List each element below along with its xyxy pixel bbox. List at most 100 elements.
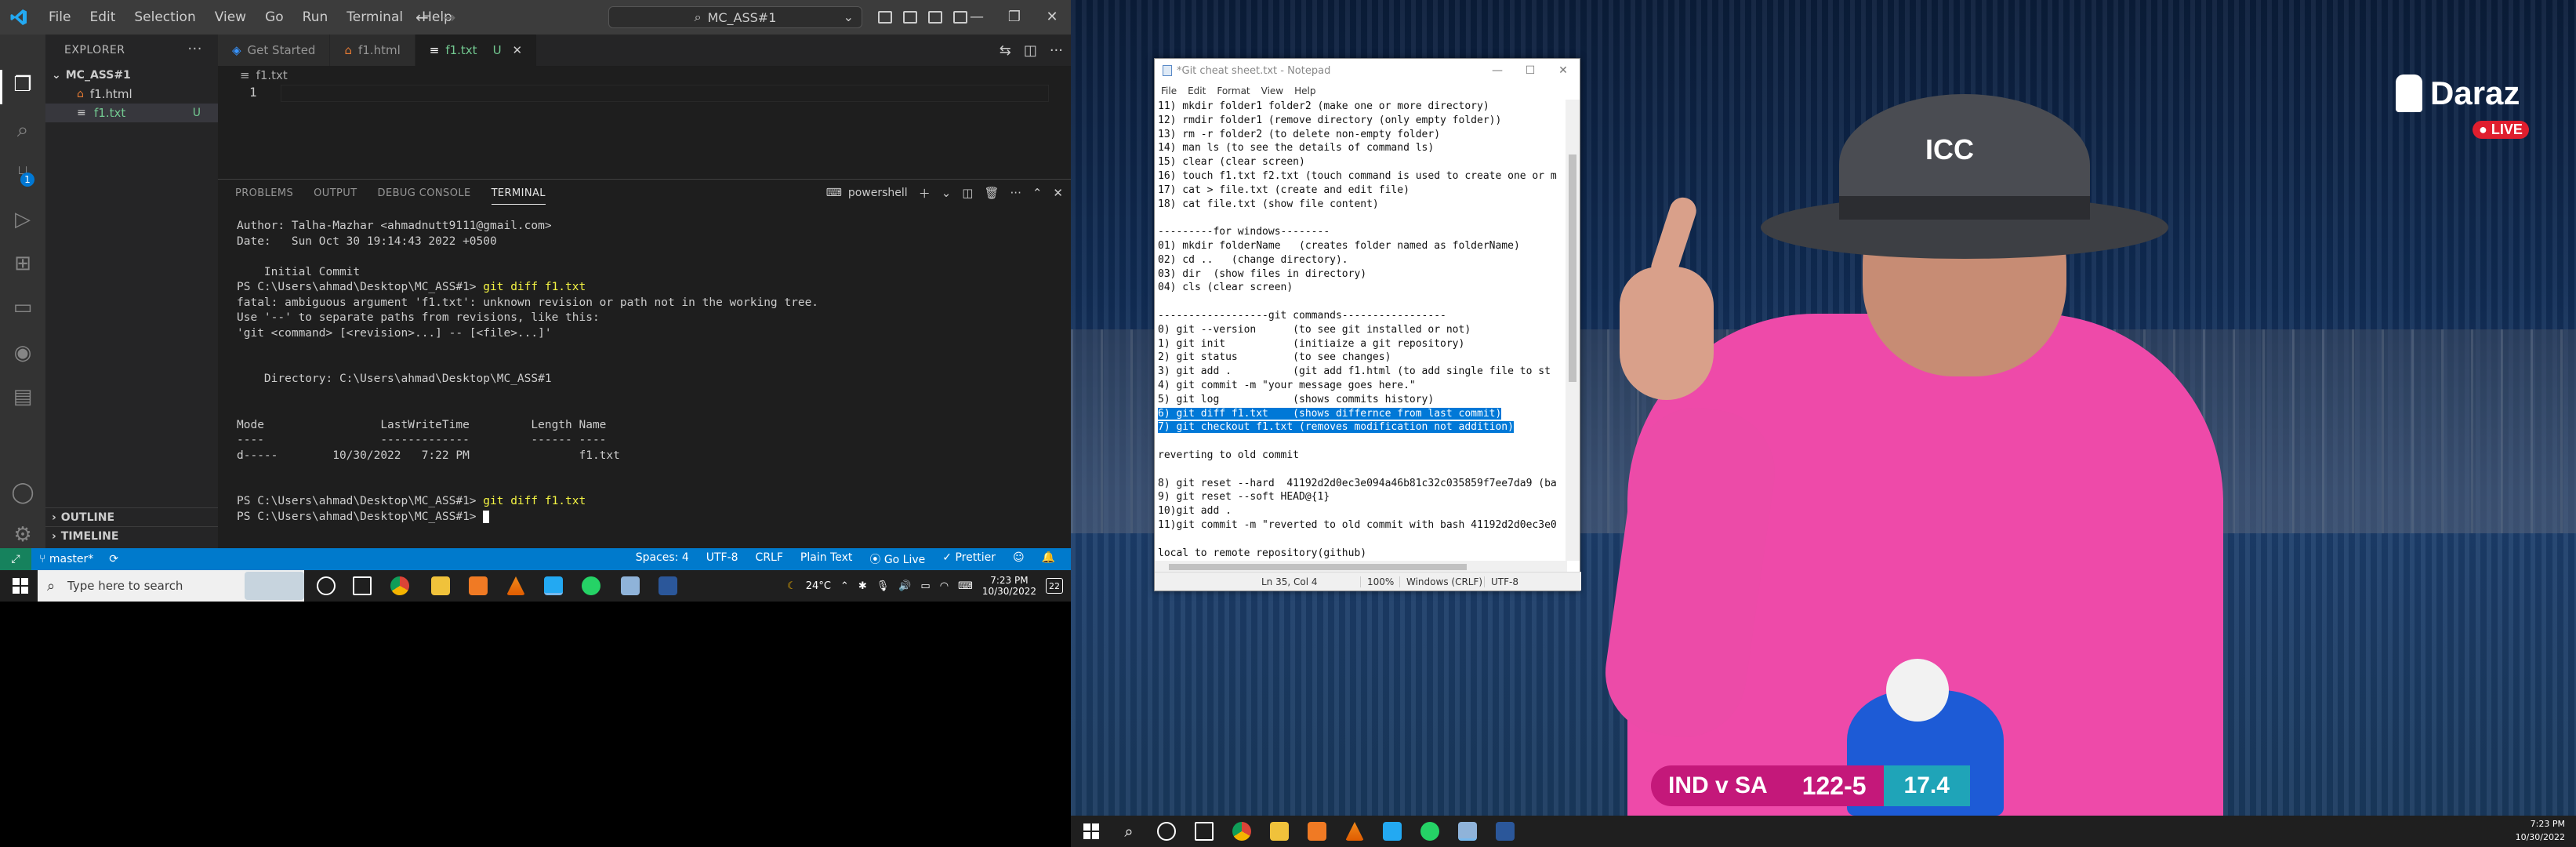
vscode-taskbar-icon[interactable] [1383, 822, 1402, 841]
close-panel-icon[interactable]: ✕ [1053, 186, 1063, 200]
file-item-f1-html[interactable]: ⌂ f1.html [45, 85, 218, 104]
account-icon[interactable]: ◯ [10, 480, 35, 505]
tab-get-started[interactable]: ◈ Get Started [218, 35, 331, 66]
menu-run[interactable]: Run [293, 0, 338, 35]
scroll-thumb[interactable] [1569, 154, 1576, 382]
maximize-panel-icon[interactable]: ⌃ [1032, 186, 1043, 200]
wifi-icon[interactable]: ◠ [940, 580, 949, 592]
store-icon[interactable] [469, 576, 488, 595]
tab-output[interactable]: OUTPUT [314, 187, 357, 199]
windows-start-icon[interactable] [1082, 822, 1101, 841]
remote-indicator-icon[interactable]: ⤢ [0, 548, 31, 570]
scroll-thumb[interactable] [1169, 564, 1467, 570]
tab-debug-console[interactable]: DEBUG CONSOLE [378, 187, 471, 199]
split-terminal-icon[interactable]: ◫ [962, 186, 973, 200]
menu-edit[interactable]: Edit [80, 0, 125, 35]
cortana-icon[interactable] [317, 576, 336, 595]
taskbar-clock[interactable]: 7:23 PM 10/30/2022 [982, 575, 1036, 597]
folder-root[interactable]: ⌄ MC_ASS#1 [45, 66, 218, 85]
toggle-secondary-sidebar-icon[interactable] [928, 11, 942, 24]
language-mode[interactable]: Plain Text [793, 551, 860, 567]
microphone-icon[interactable]: 🎙 [876, 580, 890, 592]
more-actions-icon[interactable]: ··· [1050, 42, 1063, 59]
notifications-bell-icon[interactable]: 🔔 [1034, 551, 1063, 567]
notepad-taskbar-icon[interactable] [621, 576, 640, 595]
menu-go[interactable]: Go [256, 0, 293, 35]
text-editor[interactable]: 1 [218, 85, 1071, 177]
notification-center-icon[interactable]: 22 [1046, 578, 1063, 594]
menu-help[interactable]: Help [1294, 85, 1315, 96]
more-actions-icon[interactable]: ··· [187, 41, 202, 57]
menu-file[interactable]: File [39, 0, 80, 35]
restore-icon[interactable]: ❐ [996, 0, 1033, 35]
task-view-icon[interactable] [1195, 822, 1214, 841]
new-terminal-icon[interactable]: ＋ [919, 185, 931, 202]
close-tab-icon[interactable]: ✕ [513, 43, 523, 57]
word-icon[interactable] [1496, 822, 1515, 841]
trash-icon[interactable]: 🗑 [984, 186, 999, 200]
whatsapp-icon[interactable] [1420, 822, 1439, 841]
weather-temp[interactable]: 24°C [806, 580, 831, 592]
back-arrow-icon[interactable]: ← [415, 8, 429, 27]
go-live-button[interactable]: ⦿ Go Live [862, 551, 933, 567]
extensions-icon[interactable]: ⊞ [10, 251, 35, 276]
file-explorer-icon[interactable] [1270, 822, 1289, 841]
remote-explorer-icon[interactable]: ▭ [10, 295, 35, 320]
toggle-sidebar-icon[interactable] [878, 11, 892, 24]
menu-view[interactable]: View [205, 0, 256, 35]
search-icon[interactable]: ⌕ [10, 118, 35, 143]
minimize-icon[interactable]: — [1481, 59, 1514, 82]
menu-selection[interactable]: Selection [125, 0, 205, 35]
file-explorer-icon[interactable] [431, 576, 450, 595]
manage-gear-icon[interactable]: ⚙ [10, 522, 35, 547]
battery-icon[interactable]: ▭ [920, 580, 930, 592]
vlc-icon[interactable] [1345, 822, 1364, 841]
sync-icon[interactable]: ⟳ [101, 553, 126, 565]
forward-arrow-icon[interactable]: → [443, 8, 456, 27]
volume-icon[interactable]: 🔊 [898, 580, 911, 592]
tab-terminal[interactable]: TERMINAL [491, 187, 546, 205]
notepad-taskbar-icon[interactable] [1458, 822, 1477, 841]
search-icon[interactable]: ⌕ [1119, 822, 1138, 841]
task-view-icon[interactable] [353, 576, 372, 595]
chrome-icon[interactable] [1232, 822, 1251, 841]
vscode-taskbar-icon[interactable] [544, 576, 563, 595]
open-changes-icon[interactable]: ⇆ [1000, 42, 1011, 59]
feedback-icon[interactable]: ☺ [1005, 551, 1032, 567]
explorer-files-icon[interactable]: ❐ [10, 72, 35, 97]
cortana-icon[interactable] [1157, 822, 1176, 841]
menu-file[interactable]: File [1161, 85, 1177, 96]
command-center-search[interactable]: ⌕ MC_ASS#1 ⌄ [608, 6, 862, 28]
bluetooth-icon[interactable]: ✱ [858, 580, 867, 592]
timeline-section[interactable]: › TIMELINE [45, 526, 218, 545]
split-editor-icon[interactable]: ◫ [1024, 42, 1037, 59]
taskbar-clock[interactable]: 7:23 PM 10/30/2022 [2516, 817, 2565, 844]
breadcrumb-file[interactable]: f1.txt [256, 68, 288, 82]
language-icon[interactable]: ⌨ [958, 580, 973, 592]
weather-icon[interactable]: ☾ [787, 580, 796, 592]
indentation-status[interactable]: Spaces: 4 [628, 551, 697, 567]
maximize-icon[interactable]: ☐ [1514, 59, 1547, 82]
file-item-f1-txt[interactable]: ≡ f1.txt U [45, 104, 218, 122]
menu-view[interactable]: View [1261, 85, 1283, 96]
word-icon[interactable] [659, 576, 677, 595]
windows-start-icon[interactable] [11, 576, 30, 595]
chevron-up-icon[interactable]: ⌃ [840, 580, 849, 592]
terminal-selector[interactable]: ⌨ powershell [826, 187, 908, 199]
branch-indicator[interactable]: ⑂ master* [31, 553, 101, 565]
eol-status[interactable]: CRLF [748, 551, 791, 567]
close-icon[interactable]: ✕ [1033, 0, 1071, 35]
chevron-down-icon[interactable]: ⌄ [942, 186, 952, 200]
whatsapp-icon[interactable] [582, 576, 600, 595]
menu-edit[interactable]: Edit [1188, 85, 1206, 96]
toggle-panel-icon[interactable] [903, 11, 917, 24]
outline-section[interactable]: › OUTLINE [45, 507, 218, 526]
menu-terminal[interactable]: Terminal [337, 0, 412, 35]
store-icon[interactable] [1308, 822, 1326, 841]
prettier-status[interactable]: ✓ Prettier [934, 551, 1003, 567]
vlc-icon[interactable] [506, 576, 525, 595]
docker-icon[interactable]: ▤ [10, 384, 35, 409]
menu-format[interactable]: Format [1217, 85, 1250, 96]
close-icon[interactable]: ✕ [1547, 59, 1580, 82]
chrome-icon[interactable] [390, 576, 409, 595]
